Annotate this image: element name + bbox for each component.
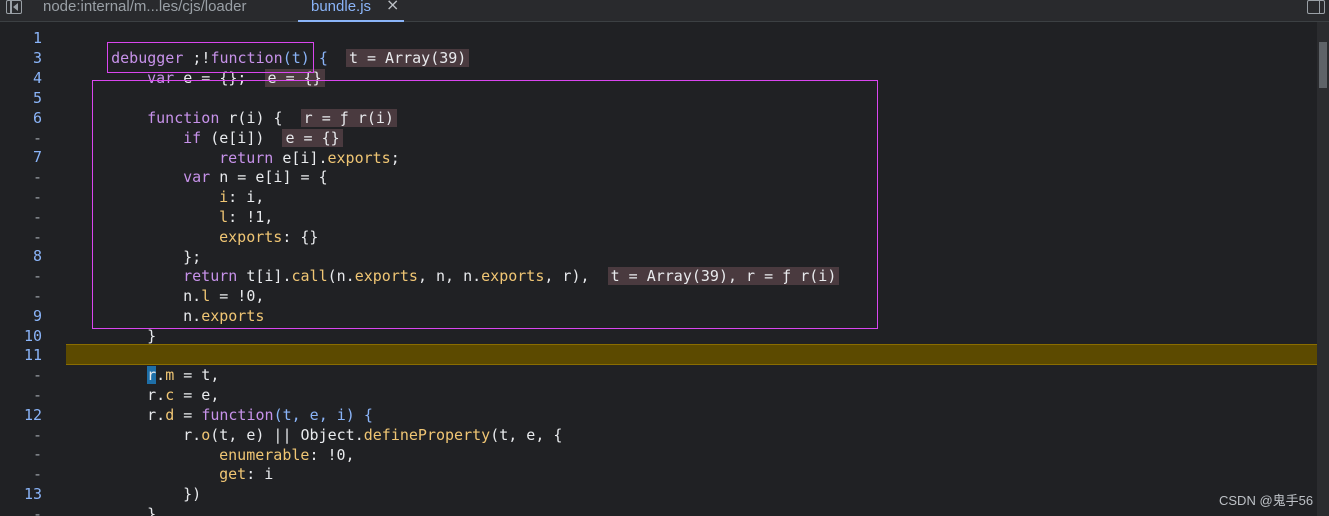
tab-label: node:internal/m...les/cjs/loader xyxy=(43,0,247,15)
line-number[interactable]: - xyxy=(0,444,42,464)
code-line: enumerable: !0, xyxy=(219,446,355,464)
line-number[interactable]: - xyxy=(0,128,42,148)
line-number-gutter[interactable]: 1 3 4 5 6 - 7 - - - - 8 - - 9 10 11 - - … xyxy=(0,22,66,516)
line-number[interactable]: - xyxy=(0,286,42,306)
toggle-navigator-icon[interactable] xyxy=(4,0,24,20)
code-line: r.c = e, xyxy=(147,386,220,404)
line-number[interactable]: - xyxy=(0,227,42,247)
line-number[interactable]: - xyxy=(0,385,42,405)
annotation-box xyxy=(92,80,878,329)
line-number[interactable]: 5 xyxy=(0,88,42,108)
line-number[interactable]: - xyxy=(0,464,42,484)
line-number[interactable]: 10 xyxy=(0,326,42,346)
code-line: } xyxy=(147,505,157,516)
line-number[interactable]: - xyxy=(0,266,42,286)
vertical-scrollbar[interactable] xyxy=(1317,22,1329,516)
scrollbar-thumb[interactable] xyxy=(1319,42,1327,88)
line-number[interactable]: 13 xyxy=(0,484,42,504)
close-icon[interactable]: × xyxy=(386,0,399,13)
tab-label: bundle.js xyxy=(311,0,372,15)
line-number[interactable]: - xyxy=(0,167,42,187)
line-number[interactable]: - xyxy=(0,207,42,227)
line-number[interactable]: 3 xyxy=(0,48,42,68)
line-number[interactable]: - xyxy=(0,365,42,385)
line-number[interactable]: 7 xyxy=(0,147,42,167)
line-number[interactable]: 11 xyxy=(0,345,42,365)
code-line-current: r.m = t, xyxy=(147,366,220,384)
line-number[interactable]: 6 xyxy=(0,108,42,128)
line-number[interactable]: - xyxy=(0,187,42,207)
code-line: r.d = function(t, e, i) { xyxy=(147,406,373,424)
line-number[interactable]: - xyxy=(0,425,42,445)
toggle-debugger-sidebar-icon[interactable] xyxy=(1307,0,1325,14)
line-number[interactable]: 9 xyxy=(0,306,42,326)
tab-bundle-js[interactable]: bundle.js × xyxy=(298,0,406,22)
annotation-box xyxy=(107,42,314,73)
tab-loader[interactable]: node:internal/m...les/cjs/loader xyxy=(43,0,246,22)
line-number[interactable]: 8 xyxy=(0,246,42,266)
editor-tab-bar: node:internal/m...les/cjs/loader bundle.… xyxy=(0,0,1329,22)
watermark: CSDN @鬼手56 xyxy=(1219,493,1314,508)
line-number[interactable]: 1 xyxy=(0,28,42,48)
code-line: get: i xyxy=(219,465,274,483)
code-line: }) xyxy=(183,485,202,503)
line-number[interactable]: 12 xyxy=(0,405,42,425)
code-line: r.o(t, e) || Object.defineProperty(t, e,… xyxy=(183,426,563,444)
line-number[interactable]: 4 xyxy=(0,68,42,88)
line-number[interactable]: - xyxy=(0,504,42,516)
